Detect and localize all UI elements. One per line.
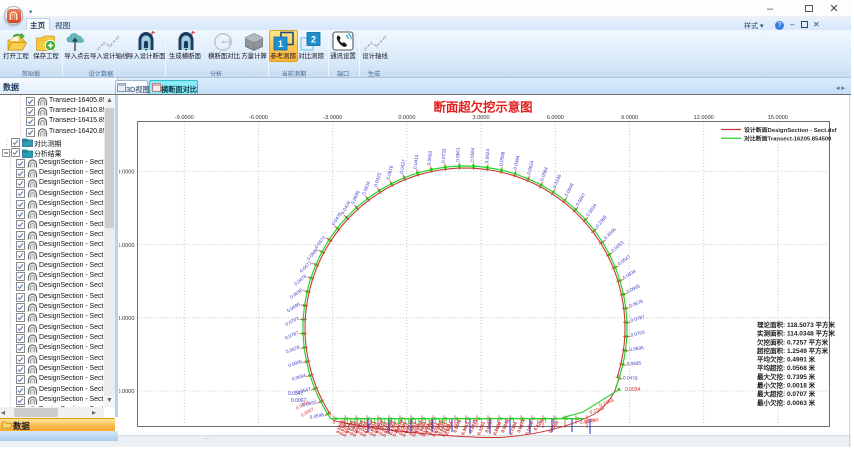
svg-text:0.0624: 0.0624 — [484, 148, 491, 163]
svg-text:0.0699: 0.0699 — [350, 189, 361, 204]
svg-text:0.0584: 0.0584 — [539, 166, 549, 182]
svg-text:0.0478: 0.0478 — [293, 273, 307, 286]
svg-text:0.3198: 0.3198 — [552, 173, 562, 189]
svg-text:-3.0000: -3.0000 — [323, 115, 342, 121]
svg-text:0.0034: 0.0034 — [625, 387, 641, 393]
svg-text:0.0000: 0.0000 — [119, 389, 135, 395]
svg-text:0.0661: 0.0661 — [455, 147, 460, 162]
svg-text:-6.0000: -6.0000 — [249, 115, 268, 121]
svg-text:最大欠挖: 0.7395 米: 最大欠挖: 0.7395 米 — [757, 372, 816, 381]
svg-text:实测面积: 114.0348 平方米: 实测面积: 114.0348 平方米 — [757, 329, 836, 338]
svg-text:0.0472: 0.0472 — [299, 260, 313, 274]
svg-text:0.0695: 0.0695 — [286, 301, 301, 313]
svg-text:12.0000: 12.0000 — [694, 115, 714, 121]
svg-text:最小欠挖: 0.0063 米: 最小欠挖: 0.0063 米 — [757, 398, 816, 407]
svg-text:0.0787: 0.0787 — [630, 314, 646, 323]
svg-text:0.0425: 0.0425 — [373, 172, 382, 188]
svg-text:15.0000: 15.0000 — [768, 115, 788, 121]
svg-text:0.0034: 0.0034 — [585, 202, 598, 217]
svg-text:平均欠挖: 0.4991 米: 平均欠挖: 0.4991 米 — [757, 355, 816, 364]
svg-text:0.0787: 0.0787 — [284, 330, 299, 341]
svg-text:3.0000: 3.0000 — [473, 115, 490, 121]
svg-text:0.4546: 0.4546 — [603, 227, 617, 241]
svg-text:0.0508: 0.0508 — [498, 151, 505, 166]
svg-text:0.0703: 0.0703 — [284, 316, 299, 327]
svg-text:0.0624: 0.0624 — [526, 160, 535, 176]
svg-text:0.0478: 0.0478 — [623, 375, 638, 380]
svg-text:-9.0000: -9.0000 — [175, 115, 194, 121]
svg-text:最大超挖: 0.0707 米: 最大超挖: 0.0707 米 — [757, 389, 816, 398]
svg-text:0.0000: 0.0000 — [398, 115, 415, 121]
svg-text:理论面积: 118.5073 平方米: 理论面积: 118.5073 平方米 — [757, 320, 836, 329]
svg-text:0.0733: 0.0733 — [441, 148, 447, 163]
svg-text:0.0634: 0.0634 — [291, 373, 307, 382]
svg-text:0.0508: 0.0508 — [564, 182, 575, 197]
svg-text:0.0384: 0.0384 — [513, 155, 521, 170]
svg-text:最小欠挖: 0.0018 米: 最小欠挖: 0.0018 米 — [757, 381, 816, 390]
svg-text:0.0584: 0.0584 — [470, 147, 476, 162]
svg-text:0.0616: 0.0616 — [386, 165, 394, 181]
svg-text:0.0547: 0.0547 — [288, 391, 304, 397]
svg-text:0.0603: 0.0603 — [426, 150, 433, 165]
svg-text:0.0616: 0.0616 — [361, 180, 371, 196]
svg-text:0.0547: 0.0547 — [617, 254, 632, 267]
svg-text:0.0695: 0.0695 — [629, 345, 644, 352]
svg-text:0.0695: 0.0695 — [289, 287, 304, 300]
svg-text:9.0000: 9.0000 — [621, 115, 638, 121]
svg-text:2: 2 — [311, 35, 316, 45]
svg-text:0.0955: 0.0955 — [626, 283, 641, 294]
svg-text:0.0653: 0.0653 — [610, 240, 624, 253]
svg-text:0.0410: 0.0410 — [412, 154, 419, 169]
svg-text:断面超欠挖示意图: 断面超欠挖示意图 — [433, 100, 532, 115]
svg-text:0.0997: 0.0997 — [575, 192, 587, 207]
svg-text:9.0000: 9.0000 — [119, 170, 135, 176]
svg-text:欠挖面积: 0.7257 平方米: 欠挖面积: 0.7257 平方米 — [757, 337, 829, 346]
svg-text:0.2368: 0.2368 — [595, 214, 608, 228]
svg-text:3.0000: 3.0000 — [119, 316, 135, 322]
svg-text:0.0695: 0.0695 — [627, 361, 642, 367]
svg-text:1: 1 — [278, 39, 283, 49]
svg-text:0.0427: 0.0427 — [399, 159, 407, 174]
svg-text:0.0955: 0.0955 — [288, 359, 304, 369]
svg-text:设计断面DesignSection - Sect.dxf: 设计断面DesignSection - Sect.dxf — [744, 126, 837, 134]
svg-text:6.0000: 6.0000 — [119, 243, 135, 249]
svg-text:平均超挖: 0.0568 米: 平均超挖: 0.0568 米 — [757, 363, 816, 372]
svg-text:0.2368: 0.2368 — [599, 397, 616, 408]
svg-text:超挖面积: 1.2549 平方米: 超挖面积: 1.2549 平方米 — [756, 346, 829, 355]
svg-text:0.0678: 0.0678 — [629, 298, 645, 308]
svg-text:对比断面Transect-16205.854500: 对比断面Transect-16205.854500 — [744, 135, 832, 143]
svg-text:0.0678: 0.0678 — [285, 344, 301, 354]
svg-text:6.0000: 6.0000 — [547, 115, 564, 121]
svg-text:0.0703: 0.0703 — [630, 329, 645, 337]
svg-text:0.4546: 0.4546 — [309, 412, 324, 420]
